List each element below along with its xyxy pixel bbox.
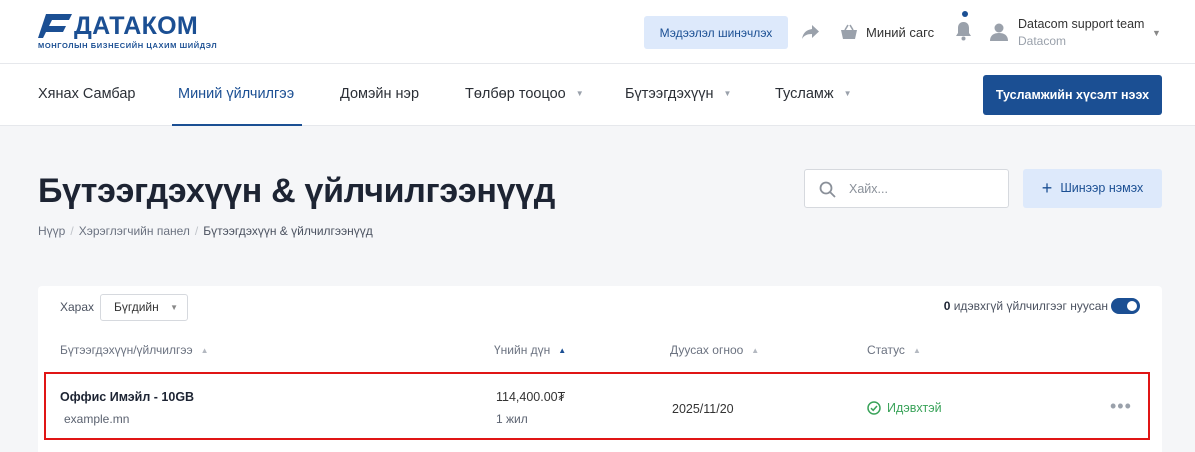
renew-info-button[interactable]: Мэдээлэл шинэчлэх xyxy=(644,16,788,49)
column-header-label: Үнийн дүн xyxy=(494,343,551,357)
hidden-inactive-text: идэвхгүй үйлчилгээг нуусан xyxy=(953,299,1108,313)
nav-item-products[interactable]: Бүтээгдэхүүн ▼ xyxy=(625,64,731,126)
hidden-inactive-count: 0 xyxy=(943,299,951,313)
breadcrumb-home[interactable]: Нүүр xyxy=(38,224,65,238)
cart-label: Миний сагс xyxy=(866,24,935,40)
column-header-price[interactable]: Үнийн дүн ▲ xyxy=(494,343,566,357)
nav-item-label: Хянах Самбар xyxy=(38,86,136,102)
nav-item-label: Тусламж xyxy=(775,86,834,102)
caret-down-icon: ▼ xyxy=(170,303,178,312)
cart-link[interactable]: Миний сагс xyxy=(840,22,934,42)
notification-dot xyxy=(962,11,968,17)
nav-item-label: Төлбөр тооцоо xyxy=(465,86,566,102)
nav-item-dashboard[interactable]: Хянах Самбар xyxy=(38,64,135,126)
open-support-ticket-button[interactable]: Тусламжийн хүсэлт нээх xyxy=(983,75,1162,115)
column-header-status[interactable]: Статус ▲ xyxy=(867,343,921,357)
bell-icon xyxy=(956,22,971,41)
services-table-card: Харах Бүгдийн ▼ 0 идэвхгүй үйлчилгээг ну… xyxy=(38,286,1162,452)
nav-item-domains[interactable]: Домэйн нэр xyxy=(340,64,419,126)
search-box xyxy=(804,169,1009,208)
sort-active-icon: ▲ xyxy=(558,346,566,355)
page-title: Бүтээгдэхүүн & үйлчилгээнүүд xyxy=(38,172,556,210)
notifications-bell[interactable] xyxy=(954,11,974,43)
top-bar: ДАТАКОМ МОНГОЛЫН БИЗНЕСИЙН ЦАХИМ ШИЙДЭЛ … xyxy=(0,0,1195,64)
breadcrumb-current: Бүтээгдэхүүн & үйлчилгээнүүд xyxy=(203,224,373,238)
column-header-label: Статус xyxy=(867,343,905,357)
product-name[interactable]: Оффис Имэйл - 10GB xyxy=(60,390,194,404)
add-new-label: Шинээр нэмэх xyxy=(1060,181,1144,195)
plus-icon: + xyxy=(1041,178,1053,198)
due-date: 2025/11/20 xyxy=(672,402,734,416)
caret-down-icon: ▼ xyxy=(575,89,584,98)
add-new-button[interactable]: + Шинээр нэмэх xyxy=(1023,169,1162,208)
breadcrumb-separator: / xyxy=(194,224,199,238)
toggle-knob xyxy=(1127,301,1137,311)
price-amount: 114,400.00₮ xyxy=(496,390,566,404)
sort-icon: ▲ xyxy=(751,346,759,355)
search-icon xyxy=(819,181,836,198)
breadcrumb-client-area[interactable]: Хэрэглэгчийн панел xyxy=(79,224,190,238)
logo-tagline: МОНГОЛЫН БИЗНЕСИЙН ЦАХИМ ШИЙДЭЛ xyxy=(38,41,218,50)
view-filter-value: Бүгдийн xyxy=(114,300,159,314)
caret-down-icon: ▼ xyxy=(843,89,852,98)
nav-item-help[interactable]: Тусламж ▼ xyxy=(775,64,852,126)
check-circle-icon xyxy=(867,401,881,415)
nav-item-label: Бүтээгдэхүүн xyxy=(625,86,714,102)
datacom-logo[interactable]: ДАТАКОМ МОНГОЛЫН БИЗНЕСИЙН ЦАХИМ ШИЙДЭЛ xyxy=(38,12,228,52)
nav-item-label: Миний үйлчилгээ xyxy=(178,86,295,102)
user-avatar-icon xyxy=(990,23,1008,41)
hide-inactive-toggle[interactable] xyxy=(1111,298,1140,314)
column-header-product[interactable]: Бүтээгдэхүүн/үйлчилгээ ▲ xyxy=(60,343,209,357)
user-name: Datacom support team xyxy=(1018,17,1145,31)
nav-item-billing[interactable]: Төлбөр тооцоо ▼ xyxy=(465,64,584,126)
nav-item-label: Домэйн нэр xyxy=(340,86,420,102)
main-nav: Хянах Самбар Миний үйлчилгээ Домэйн нэр … xyxy=(0,64,1195,126)
more-actions-icon[interactable]: ••• xyxy=(1110,396,1132,417)
breadcrumb-separator: / xyxy=(70,224,74,238)
logo-name: ДАТАКОМ xyxy=(74,12,198,40)
caret-down-icon: ▼ xyxy=(723,89,732,98)
sort-icon: ▲ xyxy=(912,346,921,355)
search-input[interactable] xyxy=(849,178,999,200)
status-badge: Идэвхтэй xyxy=(867,401,942,415)
view-filter-select[interactable]: Бүгдийн ▼ xyxy=(100,294,188,321)
hidden-inactive-info: 0 идэвхгүй үйлчилгээг нуусан xyxy=(818,299,1108,313)
sort-icon: ▲ xyxy=(200,346,209,355)
column-header-label: Дуусах огноо xyxy=(670,343,744,357)
breadcrumb: Нүүр / Хэрэглэгчийн панел / Бүтээгдэхүүн & ү… xyxy=(38,224,373,238)
status-label: Идэвхтэй xyxy=(887,401,942,415)
column-header-label: Бүтээгдэхүүн/үйлчилгээ xyxy=(60,343,193,357)
view-filter-label: Харах xyxy=(60,300,95,314)
basket-icon xyxy=(841,24,857,39)
nav-item-my-services[interactable]: Миний үйлчилгээ xyxy=(172,64,302,126)
chevron-down-icon: ▼ xyxy=(1152,28,1161,38)
user-org: Datacom xyxy=(1018,34,1067,48)
column-header-due-date[interactable]: Дуусах огноо ▲ xyxy=(670,343,759,357)
share-arrow-icon[interactable] xyxy=(802,24,820,40)
user-menu[interactable]: Datacom support team Datacom ▼ xyxy=(990,16,1170,50)
logo-mark-icon xyxy=(38,14,72,38)
billing-period: 1 жил xyxy=(496,412,528,426)
table-row[interactable]: Оффис Имэйл - 10GB example.mn 114,400.00… xyxy=(44,372,1150,440)
product-domain: example.mn xyxy=(64,412,130,426)
